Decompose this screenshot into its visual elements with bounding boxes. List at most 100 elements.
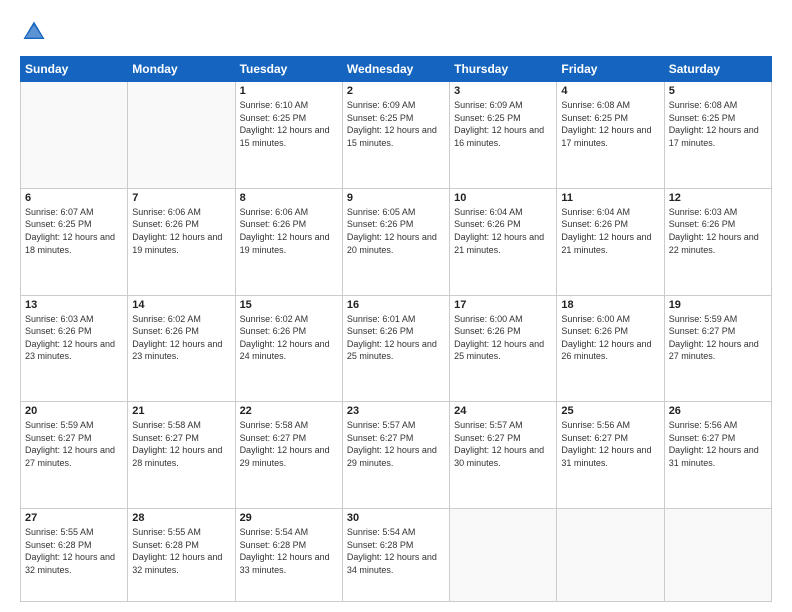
day-info: Sunrise: 5:58 AM Sunset: 6:27 PM Dayligh… bbox=[240, 419, 338, 469]
week-row-4: 20Sunrise: 5:59 AM Sunset: 6:27 PM Dayli… bbox=[21, 402, 772, 509]
day-number: 26 bbox=[669, 405, 767, 417]
day-info: Sunrise: 5:58 AM Sunset: 6:27 PM Dayligh… bbox=[132, 419, 230, 469]
day-info: Sunrise: 6:06 AM Sunset: 6:26 PM Dayligh… bbox=[240, 206, 338, 256]
calendar-cell: 13 Sunrise: 6:03 AM Sunset: 6:26 PM Dayli… bbox=[21, 295, 128, 402]
day-number: 12 bbox=[669, 192, 767, 204]
day-number: 3 bbox=[454, 85, 552, 97]
day-number: 1 bbox=[240, 85, 338, 97]
day-info: Sunrise: 5:59 AM Sunset: 6:27 PM Dayligh… bbox=[669, 313, 767, 363]
calendar-cell: 18 Sunrise: 6:00 AM Sunset: 6:26 PM Dayli… bbox=[557, 295, 664, 402]
day-info: Sunrise: 5:57 AM Sunset: 6:27 PM Dayligh… bbox=[347, 419, 445, 469]
day-info: Sunrise: 6:01 AM Sunset: 6:26 PM Dayligh… bbox=[347, 313, 445, 363]
weekday-header-sunday: Sunday bbox=[21, 57, 128, 82]
week-row-2: 6 Sunrise: 6:07 AM Sunset: 6:25 PM Daylig… bbox=[21, 188, 772, 295]
day-info: Sunrise: 6:07 AM Sunset: 6:25 PM Dayligh… bbox=[25, 206, 123, 256]
day-number: 25 bbox=[561, 405, 659, 417]
day-info: Sunrise: 5:57 AM Sunset: 6:27 PM Dayligh… bbox=[454, 419, 552, 469]
day-number: 21 bbox=[132, 405, 230, 417]
day-number: 28 bbox=[132, 512, 230, 524]
day-info: Sunrise: 6:02 AM Sunset: 6:26 PM Dayligh… bbox=[240, 313, 338, 363]
calendar-cell: 25Sunrise: 5:56 AM Sunset: 6:27 PM Dayli… bbox=[557, 402, 664, 509]
calendar-cell: 4 Sunrise: 6:08 AM Sunset: 6:25 PM Daylig… bbox=[557, 82, 664, 189]
day-number: 22 bbox=[240, 405, 338, 417]
calendar-cell: 22 Sunrise: 5:58 AM Sunset: 6:27 PM Dayli… bbox=[235, 402, 342, 509]
day-info: Sunrise: 6:09 AM Sunset: 6:25 PM Dayligh… bbox=[347, 99, 445, 149]
calendar-cell bbox=[557, 509, 664, 602]
calendar-cell: 28 Sunrise: 5:55 AM Sunset: 6:28 PM Dayli… bbox=[128, 509, 235, 602]
day-info: Sunrise: 6:03 AM Sunset: 6:26 PM Dayligh… bbox=[25, 313, 123, 363]
day-number: 18 bbox=[561, 299, 659, 311]
day-info: Sunrise: 6:03 AM Sunset: 6:26 PM Dayligh… bbox=[669, 206, 767, 256]
day-info: Sunrise: 6:02 AM Sunset: 6:26 PM Dayligh… bbox=[132, 313, 230, 363]
calendar-cell: 26 Sunrise: 5:56 AM Sunset: 6:27 PM Dayli… bbox=[664, 402, 771, 509]
day-info: Sunrise: 6:10 AM Sunset: 6:25 PM Dayligh… bbox=[240, 99, 338, 149]
calendar-cell: 6 Sunrise: 6:07 AM Sunset: 6:25 PM Daylig… bbox=[21, 188, 128, 295]
calendar-cell: 29Sunrise: 5:54 AM Sunset: 6:28 PM Dayli… bbox=[235, 509, 342, 602]
weekday-header-friday: Friday bbox=[557, 57, 664, 82]
day-info: Sunrise: 6:04 AM Sunset: 6:26 PM Dayligh… bbox=[561, 206, 659, 256]
calendar-cell: 30 Sunrise: 5:54 AM Sunset: 6:28 PM Dayli… bbox=[342, 509, 449, 602]
calendar-cell: 10Sunrise: 6:04 AM Sunset: 6:26 PM Dayli… bbox=[450, 188, 557, 295]
calendar-cell: 24 Sunrise: 5:57 AM Sunset: 6:27 PM Dayli… bbox=[450, 402, 557, 509]
day-info: Sunrise: 5:59 AM Sunset: 6:27 PM Dayligh… bbox=[25, 419, 123, 469]
day-number: 14 bbox=[132, 299, 230, 311]
day-number: 9 bbox=[347, 192, 445, 204]
day-number: 13 bbox=[25, 299, 123, 311]
calendar-cell bbox=[450, 509, 557, 602]
day-info: Sunrise: 6:09 AM Sunset: 6:25 PM Dayligh… bbox=[454, 99, 552, 149]
calendar-cell: 8 Sunrise: 6:06 AM Sunset: 6:26 PM Daylig… bbox=[235, 188, 342, 295]
calendar-cell: 2 Sunrise: 6:09 AM Sunset: 6:25 PM Daylig… bbox=[342, 82, 449, 189]
calendar-cell: 5 Sunrise: 6:08 AM Sunset: 6:25 PM Daylig… bbox=[664, 82, 771, 189]
day-info: Sunrise: 6:00 AM Sunset: 6:26 PM Dayligh… bbox=[454, 313, 552, 363]
calendar-cell bbox=[21, 82, 128, 189]
day-info: Sunrise: 6:05 AM Sunset: 6:26 PM Dayligh… bbox=[347, 206, 445, 256]
day-info: Sunrise: 6:06 AM Sunset: 6:26 PM Dayligh… bbox=[132, 206, 230, 256]
day-number: 6 bbox=[25, 192, 123, 204]
day-number: 8 bbox=[240, 192, 338, 204]
calendar-cell: 27Sunrise: 5:55 AM Sunset: 6:28 PM Dayli… bbox=[21, 509, 128, 602]
day-number: 4 bbox=[561, 85, 659, 97]
day-info: Sunrise: 5:56 AM Sunset: 6:27 PM Dayligh… bbox=[669, 419, 767, 469]
calendar-cell: 15 Sunrise: 6:02 AM Sunset: 6:26 PM Dayli… bbox=[235, 295, 342, 402]
day-number: 24 bbox=[454, 405, 552, 417]
weekday-header-thursday: Thursday bbox=[450, 57, 557, 82]
day-number: 15 bbox=[240, 299, 338, 311]
page: SundayMondayTuesdayWednesdayThursdayFrid… bbox=[0, 0, 792, 612]
calendar-cell: 20Sunrise: 5:59 AM Sunset: 6:27 PM Dayli… bbox=[21, 402, 128, 509]
weekday-header-row: SundayMondayTuesdayWednesdayThursdayFrid… bbox=[21, 57, 772, 82]
calendar-cell: 9 Sunrise: 6:05 AM Sunset: 6:26 PM Daylig… bbox=[342, 188, 449, 295]
day-number: 5 bbox=[669, 85, 767, 97]
day-info: Sunrise: 5:55 AM Sunset: 6:28 PM Dayligh… bbox=[132, 526, 230, 576]
day-info: Sunrise: 6:00 AM Sunset: 6:26 PM Dayligh… bbox=[561, 313, 659, 363]
logo-icon bbox=[20, 18, 48, 46]
day-number: 2 bbox=[347, 85, 445, 97]
calendar-cell: 3 Sunrise: 6:09 AM Sunset: 6:25 PM Daylig… bbox=[450, 82, 557, 189]
day-number: 30 bbox=[347, 512, 445, 524]
week-row-3: 13 Sunrise: 6:03 AM Sunset: 6:26 PM Dayli… bbox=[21, 295, 772, 402]
calendar-cell: 17 Sunrise: 6:00 AM Sunset: 6:26 PM Dayli… bbox=[450, 295, 557, 402]
logo bbox=[20, 18, 52, 46]
day-info: Sunrise: 6:08 AM Sunset: 6:25 PM Dayligh… bbox=[669, 99, 767, 149]
day-number: 17 bbox=[454, 299, 552, 311]
calendar-cell: 11Sunrise: 6:04 AM Sunset: 6:26 PM Dayli… bbox=[557, 188, 664, 295]
calendar-cell: 14 Sunrise: 6:02 AM Sunset: 6:26 PM Dayli… bbox=[128, 295, 235, 402]
calendar-cell: 16Sunrise: 6:01 AM Sunset: 6:26 PM Dayli… bbox=[342, 295, 449, 402]
day-number: 19 bbox=[669, 299, 767, 311]
day-info: Sunrise: 5:54 AM Sunset: 6:28 PM Dayligh… bbox=[347, 526, 445, 576]
day-info: Sunrise: 5:54 AM Sunset: 6:28 PM Dayligh… bbox=[240, 526, 338, 576]
calendar-cell: 19 Sunrise: 5:59 AM Sunset: 6:27 PM Dayli… bbox=[664, 295, 771, 402]
calendar-cell bbox=[128, 82, 235, 189]
day-number: 7 bbox=[132, 192, 230, 204]
day-info: Sunrise: 6:08 AM Sunset: 6:25 PM Dayligh… bbox=[561, 99, 659, 149]
day-info: Sunrise: 5:55 AM Sunset: 6:28 PM Dayligh… bbox=[25, 526, 123, 576]
day-number: 10 bbox=[454, 192, 552, 204]
day-number: 23 bbox=[347, 405, 445, 417]
calendar-cell: 1 Sunrise: 6:10 AM Sunset: 6:25 PM Daylig… bbox=[235, 82, 342, 189]
weekday-header-monday: Monday bbox=[128, 57, 235, 82]
calendar-cell: 7 Sunrise: 6:06 AM Sunset: 6:26 PM Daylig… bbox=[128, 188, 235, 295]
weekday-header-wednesday: Wednesday bbox=[342, 57, 449, 82]
calendar-cell: 12 Sunrise: 6:03 AM Sunset: 6:26 PM Dayli… bbox=[664, 188, 771, 295]
week-row-5: 27Sunrise: 5:55 AM Sunset: 6:28 PM Dayli… bbox=[21, 509, 772, 602]
calendar-table: SundayMondayTuesdayWednesdayThursdayFrid… bbox=[20, 56, 772, 602]
calendar-cell: 23 Sunrise: 5:57 AM Sunset: 6:27 PM Dayli… bbox=[342, 402, 449, 509]
